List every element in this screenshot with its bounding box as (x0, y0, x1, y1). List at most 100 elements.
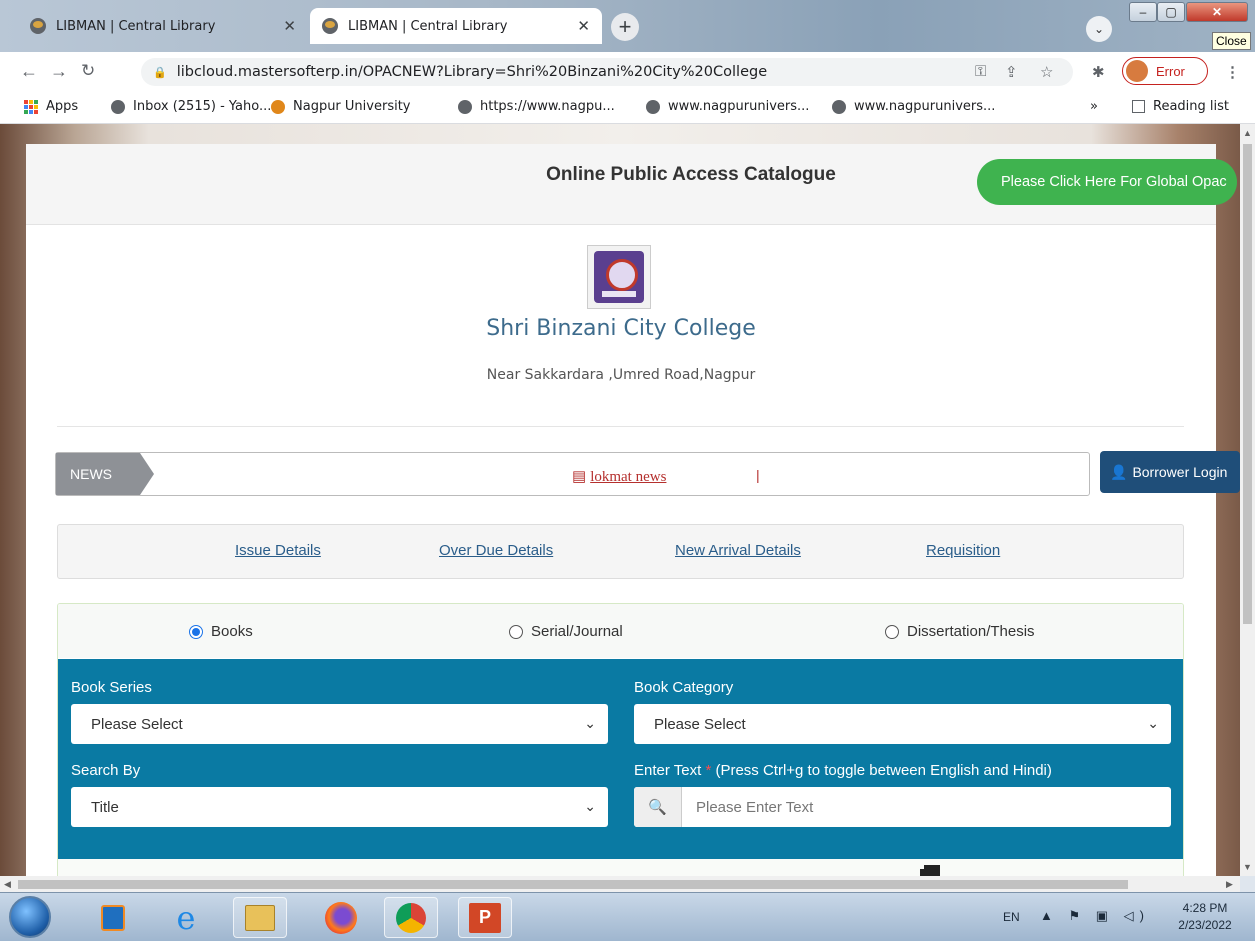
books-stack-icon (920, 865, 940, 876)
reading-list-button[interactable]: Reading list (1132, 99, 1229, 114)
required-asterisk: * (705, 762, 712, 779)
book-category-label: Book Category (634, 679, 734, 696)
new-arrival-details-link[interactable]: New Arrival Details (675, 542, 801, 559)
site-favicon-icon (322, 18, 338, 34)
issue-details-link[interactable]: Issue Details (235, 542, 321, 559)
lock-icon: 🔒 (153, 65, 167, 79)
media-center-icon[interactable] (86, 897, 140, 938)
site-favicon-icon (30, 18, 46, 34)
bookmark-nagpuruniversity-2[interactable]: www.nagpurunivers... (832, 99, 995, 114)
scroll-right-arrow-icon[interactable]: ▶ (1226, 879, 1233, 890)
start-button[interactable] (9, 896, 51, 938)
bookmarks-overflow-button[interactable]: » (1090, 99, 1098, 114)
search-by-label: Search By (71, 762, 141, 779)
scroll-thumb[interactable] (18, 880, 1128, 889)
bookmark-label: Nagpur University (293, 99, 411, 114)
newspaper-icon: ▤ (572, 469, 587, 485)
horizontal-scrollbar[interactable]: ◀ ▶ (0, 876, 1240, 892)
bookmark-inbox[interactable]: Inbox (2515) - Yaho... (111, 99, 271, 114)
scroll-thumb[interactable] (1243, 144, 1252, 624)
back-arrow-icon[interactable]: ← (20, 61, 38, 82)
reload-icon[interactable]: ↻ (81, 61, 95, 81)
news-item-label: lokmat news (590, 469, 667, 485)
book-series-label: Book Series (71, 679, 152, 696)
scroll-left-arrow-icon[interactable]: ◀ (4, 879, 11, 890)
clock-time[interactable]: 4:28 PM (1160, 901, 1250, 915)
share-icon[interactable]: ⇪ (1005, 63, 1018, 81)
radio-selected-icon (189, 624, 203, 639)
college-name: Shri Binzani City College (486, 316, 756, 341)
bookmark-nagpu-https[interactable]: https://www.nagpu... (458, 99, 615, 114)
overflow-chevron-icon: » (1090, 99, 1098, 114)
book-series-select[interactable]: Please Select ⌄ (71, 704, 608, 744)
forward-arrow-icon[interactable]: → (50, 61, 68, 82)
maximize-button[interactable]: ▢ (1157, 2, 1185, 22)
serial-journal-radio[interactable]: Serial/Journal (509, 623, 623, 640)
bookmark-label: Inbox (2515) - Yaho... (133, 99, 272, 114)
global-opac-button[interactable]: Please Click Here For Global Opac (977, 159, 1237, 205)
chevron-down-icon: ⌄ (1147, 715, 1159, 731)
internet-explorer-icon[interactable]: e (159, 897, 213, 938)
bookmark-nagpur-university[interactable]: Nagpur University (271, 99, 411, 114)
scroll-up-arrow-icon[interactable]: ▲ (1243, 128, 1252, 138)
system-tray-icons[interactable]: ▲ ⚑ ▣ ◁) (1040, 908, 1150, 924)
borrower-login-button[interactable]: 👤 Borrower Login (1100, 451, 1240, 493)
borrower-login-label: Borrower Login (1132, 464, 1228, 480)
material-type-row: Books Serial/Journal Dissertation/Thesis (58, 604, 1183, 658)
bookmark-label: https://www.nagpu... (480, 99, 615, 114)
select-value: Please Select (654, 715, 746, 733)
globe-icon (111, 99, 125, 114)
quick-links-panel: Issue Details Over Due Details New Arriv… (57, 524, 1184, 579)
key-icon[interactable]: ⚿ (975, 63, 986, 80)
language-indicator[interactable]: EN (1003, 910, 1020, 924)
news-separator: | (756, 467, 760, 483)
menu-kebab-icon[interactable]: ⋮ (1225, 63, 1240, 81)
bookmark-apps[interactable]: Apps (24, 99, 78, 114)
search-text-input[interactable]: 🔍 Please Enter Text (634, 787, 1171, 827)
globe-icon (832, 99, 846, 114)
minimize-button[interactable]: – (1129, 2, 1157, 22)
tab-label: LIBMAN | Central Library (56, 18, 216, 34)
powerpoint-icon[interactable]: P (458, 897, 512, 938)
tab-libman-2[interactable]: LIBMAN | Central Library ✕ (310, 8, 602, 44)
chevron-down-icon: ⌄ (584, 715, 596, 731)
select-value: Title (91, 798, 119, 816)
tab-libman-1[interactable]: LIBMAN | Central Library ✕ (18, 8, 308, 44)
profile-error-button[interactable]: Error (1122, 57, 1208, 85)
enter-text-label: Enter Text * (Press Ctrl+g to toggle bet… (634, 762, 1052, 779)
tab-close-icon[interactable]: ✕ (577, 17, 590, 35)
nagpur-university-icon (271, 99, 285, 114)
firefox-icon[interactable] (314, 897, 368, 938)
book-category-select[interactable]: Please Select ⌄ (634, 704, 1171, 744)
tab-search-chevron-icon[interactable]: ⌄ (1086, 16, 1112, 42)
requisition-link[interactable]: Requisition (926, 542, 1000, 559)
globe-icon (458, 99, 472, 114)
clock-date[interactable]: 2/23/2022 (1160, 918, 1250, 932)
chrome-icon[interactable] (384, 897, 438, 938)
vertical-scrollbar[interactable]: ▲ ▼ (1240, 124, 1255, 876)
divider (57, 426, 1184, 427)
tab-close-icon[interactable]: ✕ (283, 17, 296, 35)
chevron-down-icon: ⌄ (584, 798, 596, 814)
news-item-link[interactable]: ▤ lokmat news (572, 467, 666, 486)
bookmark-star-icon[interactable]: ☆ (1040, 63, 1053, 81)
search-by-select[interactable]: Title ⌄ (71, 787, 608, 827)
bookmark-nagpuruniversity-1[interactable]: www.nagpurunivers... (646, 99, 809, 114)
tab-label: LIBMAN | Central Library (348, 18, 508, 34)
radio-icon (885, 624, 899, 639)
windows-taskbar: e P EN ▲ ⚑ ▣ ◁) 4:28 PM 2/23/2022 (0, 892, 1255, 941)
dissertation-thesis-radio[interactable]: Dissertation/Thesis (885, 623, 1035, 640)
new-tab-button[interactable]: + (611, 13, 639, 41)
radio-label: Books (211, 623, 253, 640)
close-window-button[interactable]: ✕ (1186, 2, 1248, 22)
address-bar[interactable]: 🔒 libcloud.mastersofterp.in/OPACNEW?Libr… (141, 58, 1073, 86)
scroll-down-arrow-icon[interactable]: ▼ (1243, 862, 1252, 872)
radio-icon (509, 624, 523, 639)
extensions-puzzle-icon[interactable]: ✱ (1092, 63, 1105, 81)
search-icon: 🔍 (634, 787, 682, 827)
search-results-strip (58, 859, 1183, 876)
file-explorer-icon[interactable] (233, 897, 287, 938)
over-due-details-link[interactable]: Over Due Details (439, 542, 553, 559)
bookmarks-bar: Apps Inbox (2515) - Yaho... Nagpur Unive… (0, 90, 1255, 124)
books-radio[interactable]: Books (189, 623, 253, 640)
